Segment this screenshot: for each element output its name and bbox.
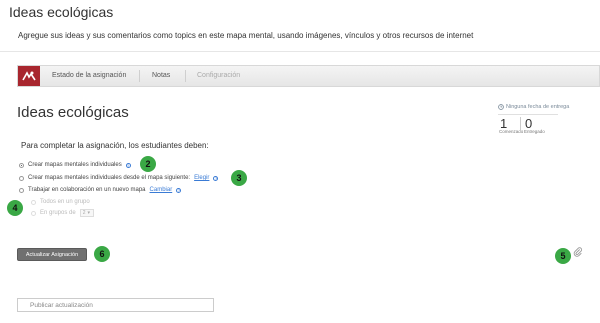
clock-icon xyxy=(498,104,504,110)
tab-configuracion[interactable]: Configuración xyxy=(197,72,240,79)
tab-estado[interactable]: Estado de la asignación xyxy=(52,72,126,79)
help-icon[interactable]: ? xyxy=(213,175,219,181)
help-icon[interactable]: ? xyxy=(125,162,131,168)
post-update-input[interactable]: Publicar actualización xyxy=(17,298,214,312)
choose-link[interactable]: Elegir xyxy=(194,175,209,181)
radio-collaborate[interactable] xyxy=(19,187,24,193)
callout-badge-5: 5 xyxy=(555,248,571,264)
option-collaborate[interactable]: Trabajar en colaboración en un nuevo map… xyxy=(19,187,182,193)
help-icon[interactable]: ? xyxy=(176,187,182,193)
instructions: Para completar la asignación, los estudi… xyxy=(21,141,209,150)
due-date-text: Ninguna fecha de entrega xyxy=(506,104,570,110)
paperclip-icon[interactable] xyxy=(573,244,583,262)
option-label: Crear mapas mentales individuales xyxy=(28,162,122,168)
callout-badge-6: 6 xyxy=(94,246,110,262)
callout-badge-4: 4 xyxy=(7,200,23,216)
stats-divider xyxy=(520,117,521,133)
suboption-one-group[interactable]: Todos en un grupo xyxy=(31,199,90,205)
group-size-select[interactable]: 2 ▾ xyxy=(79,209,94,217)
radio-individual[interactable] xyxy=(19,162,24,168)
option-label: Crear mapas mentales individuales desde … xyxy=(28,175,191,181)
divider xyxy=(0,51,600,52)
option-individual[interactable]: Crear mapas mentales individuales ? xyxy=(19,162,131,168)
tab-notas[interactable]: Notas xyxy=(152,72,170,79)
suboption-label: En grupos de xyxy=(40,210,76,216)
assignment-toolbar: Estado de la asignación Notas Configurac… xyxy=(17,65,600,87)
divider xyxy=(498,114,558,115)
option-label: Trabajar en colaboración en un nuevo map… xyxy=(28,187,146,193)
suboption-groups-of[interactable]: En grupos de 2 ▾ xyxy=(31,209,94,217)
page-title: Ideas ecológicas xyxy=(9,4,114,20)
app-logo-icon xyxy=(18,66,40,86)
callout-badge-2: 2 xyxy=(140,156,156,172)
page-description: Agregue sus ideas y sus comentarios como… xyxy=(18,31,474,40)
option-from-map[interactable]: Crear mapas mentales individuales desde … xyxy=(19,175,219,181)
update-assignment-button[interactable]: Actualizar Asignación xyxy=(17,248,87,261)
submitted-label: Entregado xyxy=(524,129,545,134)
tab-divider xyxy=(185,70,186,82)
change-link[interactable]: Cambiar xyxy=(150,187,173,193)
chevron-down-icon: ▾ xyxy=(87,210,90,216)
tab-divider xyxy=(139,70,140,82)
assignment-heading: Ideas ecológicas xyxy=(17,104,129,121)
radio-from-map[interactable] xyxy=(19,175,24,181)
radio-groups-of[interactable] xyxy=(31,210,36,216)
suboption-label: Todos en un grupo xyxy=(40,199,90,205)
group-size-value: 2 xyxy=(82,210,86,216)
callout-badge-3: 3 xyxy=(231,170,247,186)
due-date: Ninguna fecha de entrega xyxy=(498,104,569,110)
radio-one-group[interactable] xyxy=(31,199,36,205)
